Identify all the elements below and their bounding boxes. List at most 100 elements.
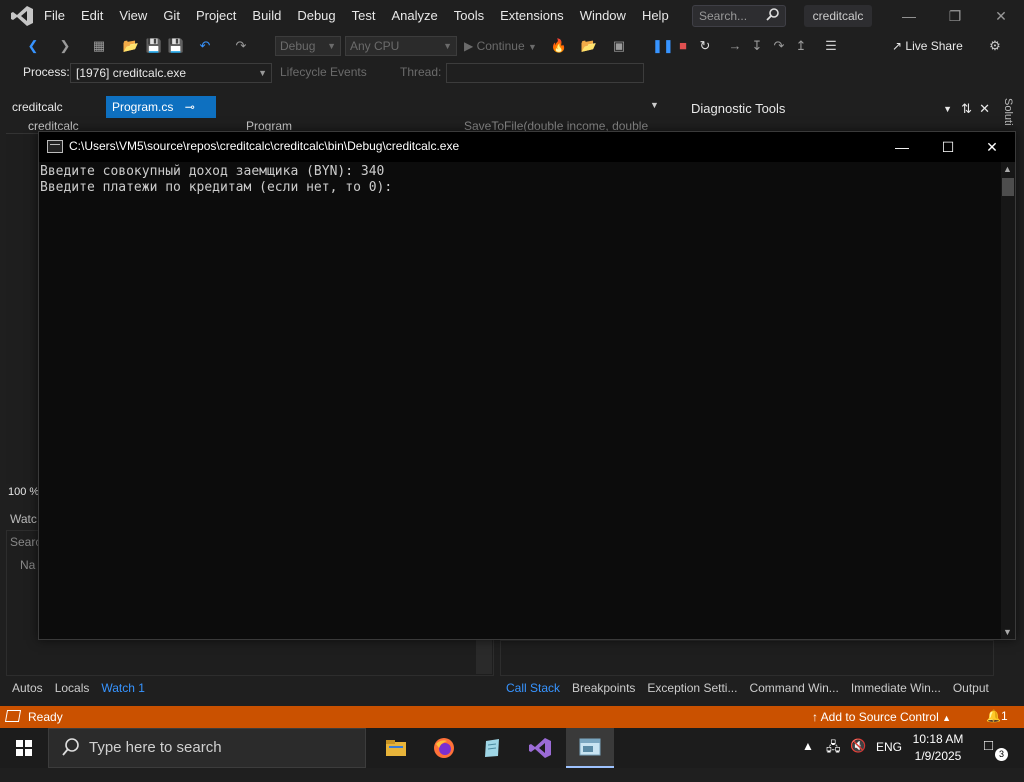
live-share-button[interactable]: ↗ Live Share — [892, 36, 963, 56]
add-to-source-control-button[interactable]: ↑ Add to Source Control ▲ — [812, 710, 951, 724]
menu-view[interactable]: View — [111, 0, 155, 32]
tab-overflow-icon[interactable]: ▼ — [650, 100, 659, 110]
menu-build[interactable]: Build — [244, 0, 289, 32]
zoom-level[interactable]: 100 % — [8, 486, 39, 498]
tab-creditcalc[interactable]: creditcalc — [6, 96, 69, 118]
restore-button[interactable]: ❐ — [932, 0, 978, 32]
console-scroll-thumb[interactable] — [1002, 178, 1014, 196]
status-bar: Ready ↑ Add to Source Control ▲ 🔔1 — [0, 706, 1024, 728]
menu-tools[interactable]: Tools — [446, 0, 492, 32]
chevron-down-icon[interactable]: ▼ — [943, 98, 952, 120]
watch-name-column: Na — [20, 558, 36, 572]
console-close-button[interactable]: ✕ — [969, 132, 1015, 162]
network-icon[interactable]: 🖧 — [826, 738, 841, 760]
platform-select[interactable]: Any CPU ▼ — [345, 36, 457, 56]
thread-label: Thread: — [400, 65, 442, 79]
step-out-icon[interactable]: ↥ — [792, 37, 810, 55]
step-into-icon[interactable]: ↧ — [748, 37, 766, 55]
thread-flags-icon[interactable]: ☰ — [822, 37, 840, 55]
pin-icon[interactable]: ⇅ — [961, 98, 972, 120]
tab-immediate-window[interactable]: Immediate Win... — [845, 678, 947, 698]
tab-watch-1[interactable]: Watch 1 — [95, 678, 151, 698]
firefox-icon[interactable] — [420, 728, 468, 768]
hot-reload-icon[interactable]: 🔥 — [550, 37, 568, 55]
clock-date: 1/9/2025 — [914, 749, 962, 763]
console-line: Введите платежи по кредитам (если нет, т… — [40, 180, 393, 195]
redo-icon[interactable]: ↷ — [232, 37, 250, 55]
menu-extensions[interactable]: Extensions — [492, 0, 572, 32]
console-scrollbar[interactable]: ▲ ▼ — [1001, 162, 1015, 639]
tab-exception-settings[interactable]: Exception Setti... — [641, 678, 743, 698]
console-output[interactable]: Введите совокупный доход заемщика (BYN):… — [39, 162, 999, 639]
browser-link-icon[interactable]: ▣ — [610, 37, 628, 55]
close-button[interactable]: ✕ — [978, 0, 1024, 32]
tab-command-window[interactable]: Command Win... — [743, 678, 844, 698]
watch-scrollbar[interactable] — [476, 640, 492, 674]
input-language-indicator[interactable]: ENG — [876, 740, 902, 754]
menu-git[interactable]: Git — [155, 0, 188, 32]
watch-search-input[interactable]: Searc — [10, 535, 41, 549]
feedback-icon[interactable]: ⚙ — [986, 37, 1004, 55]
show-hidden-icons-chevron-icon[interactable]: ▲ — [802, 739, 814, 753]
file-explorer-icon[interactable] — [372, 728, 420, 768]
tab-call-stack[interactable]: Call Stack — [500, 678, 566, 698]
console-maximize-button[interactable]: ☐ — [925, 132, 971, 162]
minimize-button[interactable]: — — [886, 0, 932, 32]
pin-icon[interactable]: ⊸ — [185, 100, 195, 114]
global-search-box[interactable]: Search... — [692, 5, 786, 27]
notifications-button[interactable]: 🔔1 — [986, 709, 1008, 723]
menu-file[interactable]: File — [36, 0, 73, 32]
show-next-statement-icon[interactable]: → — [726, 37, 744, 55]
break-all-icon[interactable]: ❚❚ — [652, 37, 674, 55]
windows-logo-icon — [16, 740, 32, 756]
undo-icon[interactable]: ↶ — [196, 37, 214, 55]
navigate-forward-icon[interactable]: ❯ — [56, 37, 74, 55]
action-center-icon[interactable]: □ — [984, 737, 993, 754]
tab-output[interactable]: Output — [947, 678, 995, 698]
close-icon[interactable]: ✕ — [979, 98, 990, 120]
tab-breakpoints[interactable]: Breakpoints — [566, 678, 641, 698]
taskbar-clock[interactable]: 10:18 AM 1/9/2025 — [906, 731, 970, 765]
start-button[interactable] — [0, 728, 48, 768]
process-select[interactable]: [1976] creditcalc.exe ▼ — [70, 63, 272, 83]
menu-edit[interactable]: Edit — [73, 0, 111, 32]
console-title-bar[interactable]: C:\Users\VM5\source\repos\creditcalc\cre… — [39, 132, 1015, 162]
console-app-icon[interactable] — [566, 728, 614, 768]
menu-analyze[interactable]: Analyze — [383, 0, 445, 32]
navigate-back-icon[interactable]: ❮ — [24, 37, 42, 55]
scroll-down-icon[interactable]: ▼ — [1003, 627, 1012, 637]
watch-panel-title: Watc — [10, 512, 37, 526]
restart-icon[interactable]: ↻ — [696, 37, 714, 55]
menu-test[interactable]: Test — [344, 0, 384, 32]
taskbar-search-box[interactable]: Type here to search — [48, 728, 366, 768]
tab-locals[interactable]: Locals — [49, 678, 96, 698]
menu-window[interactable]: Window — [572, 0, 634, 32]
save-all-icon[interactable]: 💾 — [167, 37, 185, 55]
open-folder-icon[interactable]: 📂 — [122, 37, 140, 55]
thread-select[interactable] — [446, 63, 644, 83]
continue-button[interactable]: ▶ Continue ▼ — [464, 36, 537, 56]
windows-taskbar: Type here to search ▲ 🖧 🔇 ENG 10:18 AM 1… — [0, 728, 1024, 768]
step-over-icon[interactable]: ↷ — [770, 37, 788, 55]
lifecycle-events-button[interactable]: Lifecycle Events — [280, 65, 367, 79]
stop-debugging-icon[interactable]: ■ — [674, 37, 692, 55]
new-project-icon[interactable]: ▦ — [90, 37, 108, 55]
menu-debug[interactable]: Debug — [289, 0, 343, 32]
configuration-select[interactable]: Debug ▼ — [275, 36, 341, 56]
scroll-up-icon[interactable]: ▲ — [1003, 164, 1012, 174]
menu-project[interactable]: Project — [188, 0, 244, 32]
tab-program-cs[interactable]: Program.cs ⊸ ✕ — [106, 96, 216, 136]
visual-studio-icon[interactable] — [516, 728, 564, 768]
console-minimize-button[interactable]: — — [879, 132, 925, 162]
volume-muted-icon[interactable]: 🔇 — [850, 738, 866, 754]
diagnostic-tools-title: Diagnostic Tools — [691, 101, 786, 116]
chevron-up-icon: ▲ — [942, 713, 952, 723]
tab-autos[interactable]: Autos — [6, 678, 49, 698]
notepad-icon[interactable] — [468, 728, 516, 768]
menu-help[interactable]: Help — [634, 0, 677, 32]
diagnostic-tools-header: Diagnostic Tools ▼ ⇅ ✕ — [686, 98, 996, 120]
open-file-icon[interactable]: 📂 — [580, 37, 598, 55]
save-icon[interactable]: 💾 — [145, 37, 163, 55]
bell-icon: 🔔 — [986, 709, 1001, 723]
solution-explorer-side-tab[interactable]: Soluti — [998, 96, 1024, 136]
